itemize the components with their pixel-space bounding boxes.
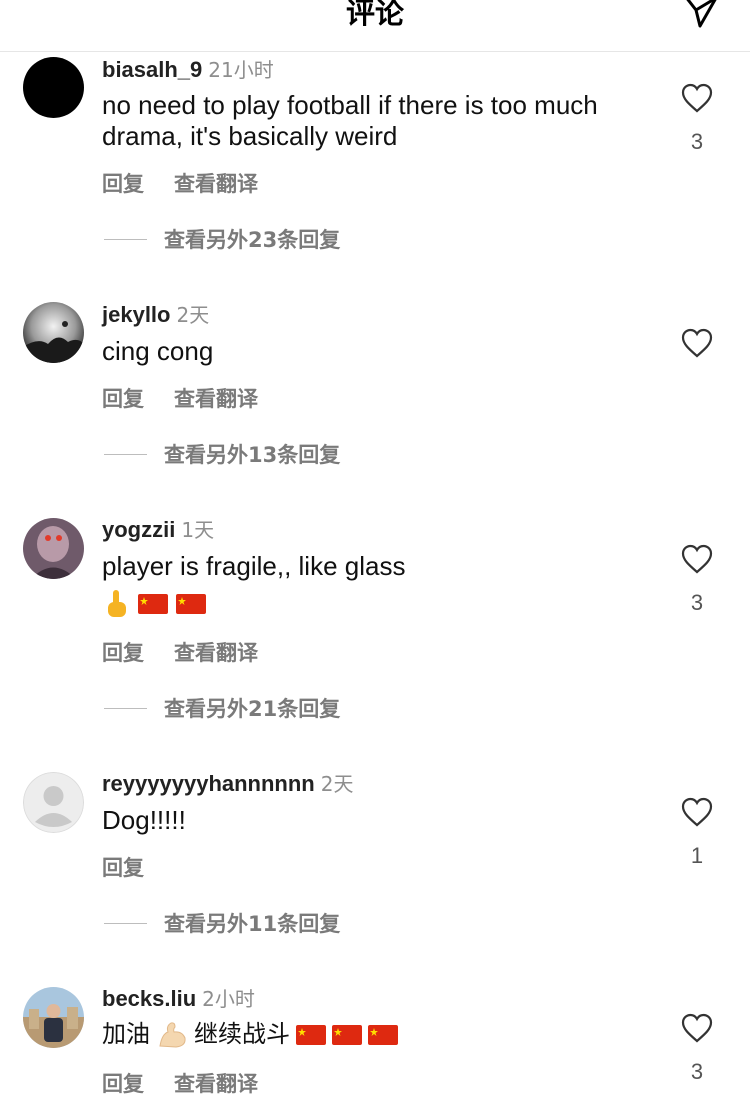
comment-meta: becks.liu 2小时 (102, 986, 255, 1012)
default-avatar-icon (23, 772, 84, 833)
reply-button[interactable]: 回复 (102, 1072, 144, 1096)
china-flag-icon (368, 1024, 398, 1045)
like-count: 3 (690, 129, 704, 154)
reply-button[interactable]: 回复 (102, 172, 144, 196)
timestamp: 1天 (181, 518, 215, 542)
view-replies-label: 查看另外13条回复 (164, 443, 341, 467)
timestamp: 2天 (320, 772, 354, 796)
view-replies-button[interactable]: 查看另外21条回复 (104, 694, 340, 722)
username[interactable]: yogzzii (102, 517, 175, 542)
divider-line (104, 922, 147, 924)
avatar[interactable] (23, 772, 84, 833)
pointing-up-emoji-icon (108, 590, 126, 617)
view-replies-label: 查看另外21条回复 (164, 697, 341, 721)
reply-button[interactable]: 回复 (102, 387, 144, 411)
translate-button[interactable]: 查看翻译 (174, 172, 258, 196)
comment-text-part: 继续战斗 (194, 1020, 290, 1048)
heart-icon[interactable] (681, 1013, 713, 1043)
view-replies-button[interactable]: 查看另外23条回复 (104, 225, 340, 253)
heart-icon[interactable] (681, 797, 713, 827)
avatar[interactable] (23, 518, 84, 579)
username[interactable]: biasalh_9 (102, 57, 202, 82)
avatar[interactable] (23, 57, 84, 118)
comment-actions: 回复 查看翻译 (102, 168, 288, 198)
comment-actions: 回复 查看翻译 (102, 1068, 288, 1098)
like-count: 3 (690, 590, 704, 615)
comment-text: no need to play football if there is too… (102, 90, 598, 151)
send-icon[interactable] (678, 0, 720, 30)
comment-text: Dog!!!!! (102, 805, 186, 835)
translate-button[interactable]: 查看翻译 (174, 641, 258, 665)
avatar-image (23, 302, 84, 363)
view-replies-label: 查看另外11条回复 (164, 912, 341, 936)
china-flag-icon (138, 594, 168, 614)
comment-actions: 回复 查看翻译 (102, 383, 288, 413)
emoji-row (104, 589, 206, 619)
avatar-image (23, 987, 84, 1048)
page-title: 评论 (345, 0, 404, 30)
china-flag-icon (296, 1024, 326, 1045)
avatar-image (23, 518, 84, 579)
heart-icon[interactable] (681, 544, 713, 574)
timestamp: 2天 (176, 303, 210, 327)
reply-button[interactable]: 回复 (102, 856, 144, 880)
translate-button[interactable]: 查看翻译 (174, 1072, 258, 1096)
username[interactable]: becks.liu (102, 986, 196, 1011)
comment-meta: biasalh_9 21小时 (102, 57, 274, 83)
divider-line (104, 238, 147, 240)
username[interactable]: reyyyyyyyhannnnnn (102, 771, 315, 796)
comment-text: player is fragile,, like glass (102, 551, 406, 581)
divider-line (104, 453, 147, 455)
comment-meta: jekyllo 2天 (102, 302, 209, 328)
china-flag-icon (332, 1024, 362, 1045)
timestamp: 21小时 (208, 58, 274, 82)
comment-actions: 回复 查看翻译 (102, 637, 288, 667)
username[interactable]: jekyllo (102, 302, 170, 327)
view-replies-button[interactable]: 查看另外11条回复 (104, 909, 340, 937)
translate-button[interactable]: 查看翻译 (174, 387, 258, 411)
comment-meta: reyyyyyyyhannnnnn 2天 (102, 771, 353, 797)
comment-text-part: 加油 (102, 1020, 150, 1048)
comments-header: 评论 (0, 0, 750, 52)
heart-icon[interactable] (681, 328, 713, 358)
heart-icon[interactable] (681, 83, 713, 113)
flexed-biceps-emoji-icon (159, 1021, 186, 1048)
comment-text: 加油 继续战斗 (102, 1019, 662, 1050)
divider-line (104, 707, 147, 709)
comment-actions: 回复 (102, 852, 174, 882)
comment-text: cing cong (102, 336, 214, 366)
china-flag-icon (176, 594, 206, 614)
view-replies-label: 查看另外23条回复 (164, 228, 341, 252)
timestamp: 2小时 (202, 987, 255, 1011)
avatar[interactable] (23, 987, 84, 1048)
comment-meta: yogzzii 1天 (102, 517, 214, 543)
like-count: 1 (690, 843, 704, 868)
reply-button[interactable]: 回复 (102, 641, 144, 665)
like-count: 3 (690, 1059, 704, 1084)
avatar[interactable] (23, 302, 84, 363)
view-replies-button[interactable]: 查看另外13条回复 (104, 440, 340, 468)
